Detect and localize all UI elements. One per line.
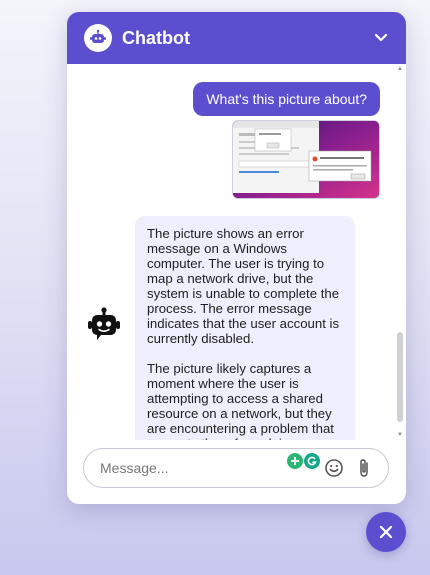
paperclip-icon	[360, 459, 368, 477]
smiley-icon	[325, 459, 343, 477]
bot-message-paragraph: The picture likely captures a moment whe…	[147, 361, 334, 440]
close-icon	[379, 525, 393, 539]
chatbot-window: Chatbot What's this picture about? The p…	[67, 12, 406, 504]
scroll-down-arrow-icon[interactable]: ▼	[397, 432, 403, 438]
message-scrollbar[interactable]: ▲ ▼	[397, 64, 403, 440]
chatbot-title: Chatbot	[122, 27, 190, 48]
message-list[interactable]: What's this picture about? The picture s…	[67, 64, 406, 440]
chatbot-header: Chatbot	[67, 12, 406, 64]
emoji-button[interactable]	[322, 456, 346, 480]
message-composer	[83, 448, 389, 488]
chevron-down-icon	[374, 33, 388, 42]
bot-message-paragraph: The picture shows an error message on a …	[147, 226, 340, 346]
grammarly-icon[interactable]	[304, 453, 320, 469]
close-chat-button[interactable]	[366, 512, 406, 552]
user-message: What's this picture about?	[193, 82, 380, 116]
bot-message: The picture shows an error message on a …	[135, 216, 355, 440]
browser-extension-icons	[287, 453, 320, 469]
attach-button[interactable]	[352, 456, 376, 480]
scroll-up-arrow-icon[interactable]: ▲	[397, 66, 403, 72]
collapse-button[interactable]	[370, 27, 392, 49]
attached-screenshot-image[interactable]	[232, 120, 380, 199]
robot-icon	[84, 24, 112, 52]
extension-plus-icon[interactable]	[287, 453, 303, 469]
scrollbar-thumb[interactable]	[397, 332, 403, 422]
message-input[interactable]	[100, 460, 316, 476]
bot-avatar-icon	[87, 307, 121, 343]
